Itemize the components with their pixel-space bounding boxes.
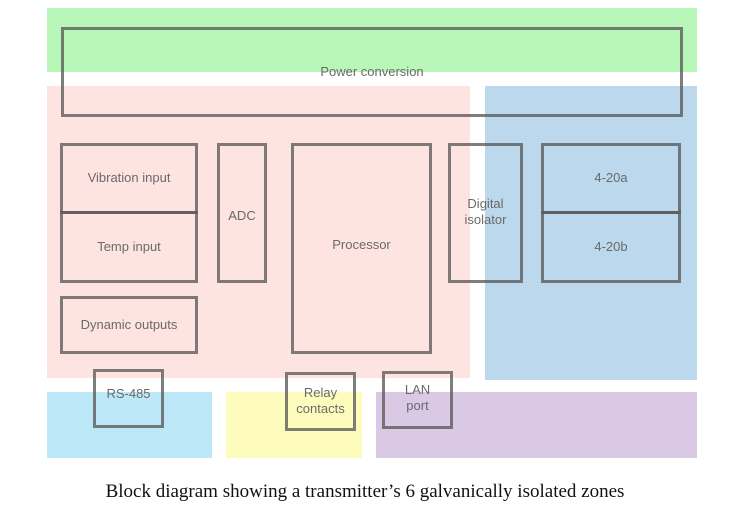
lan-port-label: LAN port: [404, 382, 431, 414]
processor-label: Processor: [332, 237, 391, 253]
digital-isolator-block: Digital isolator: [448, 143, 523, 283]
output-4-20b-block: 4-20b: [541, 211, 681, 283]
figure-caption: Block diagram showing a transmitter’s 6 …: [105, 481, 625, 502]
adc-block: ADC: [217, 143, 267, 283]
dynamic-outputs-block: Dynamic outputs: [60, 296, 198, 354]
rs485-label: RS-485: [106, 386, 151, 401]
temp-input-block: Temp input: [60, 211, 198, 283]
relay-contacts-label: Relay contacts: [296, 385, 345, 417]
processor-block: Processor: [291, 143, 432, 354]
adc-label: ADC: [228, 208, 256, 223]
rs485-block: RS-485: [93, 369, 164, 428]
relay-contacts-block: Relay contacts: [285, 372, 356, 431]
temp-input-label: Temp input: [97, 238, 161, 254]
output-4-20a-block: 4-20a: [541, 143, 681, 214]
output-4-20a-label: 4-20a: [594, 170, 628, 186]
vibration-input-block: Vibration input: [60, 143, 198, 214]
lan-port-block: LAN port: [382, 371, 453, 429]
dynamic-outputs-label: Dynamic outputs: [80, 316, 178, 332]
vibration-input-label: Vibration input: [87, 170, 171, 186]
digital-isolator-label: Digital isolator: [464, 196, 507, 228]
output-4-20b-label: 4-20b: [594, 238, 628, 254]
power-conversion-label: Power conversion: [320, 64, 424, 79]
power-conversion-block: Power conversion: [61, 27, 683, 117]
